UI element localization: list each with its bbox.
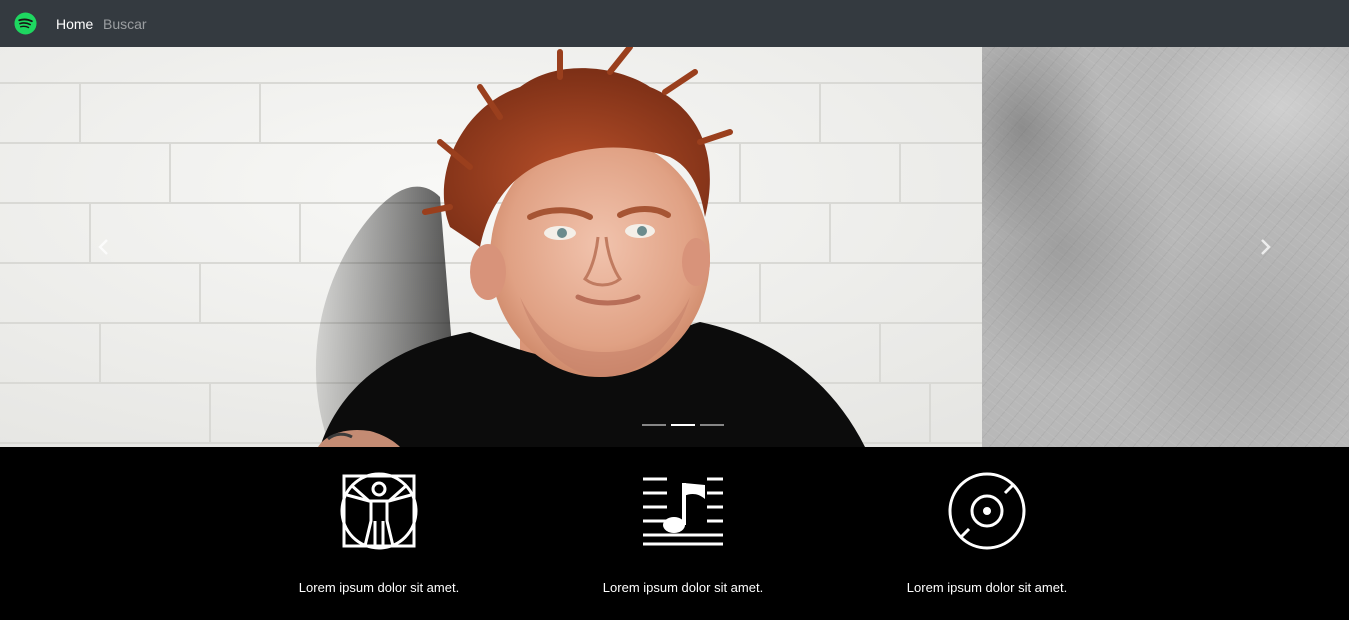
vitruvian-man-icon	[340, 472, 418, 550]
feature-text: Lorem ipsum dolor sit amet.	[602, 580, 764, 595]
top-navbar: Home Buscar	[0, 0, 1349, 47]
feature-item: Lorem ipsum dolor sit amet.	[573, 447, 793, 620]
carousel-next-chevron-right-icon[interactable]	[1255, 237, 1275, 257]
carousel-slide-artist-photo	[0, 47, 982, 447]
vinyl-disc-icon	[948, 472, 1026, 550]
feature-text: Lorem ipsum dolor sit amet.	[298, 580, 460, 595]
artist-photo	[0, 47, 982, 447]
music-staff-icon	[643, 477, 723, 546]
feature-text: Lorem ipsum dolor sit amet.	[906, 580, 1068, 595]
carousel-indicators	[642, 424, 724, 426]
carousel-indicator-3[interactable]	[700, 424, 724, 426]
carousel-indicator-1[interactable]	[642, 424, 666, 426]
carousel-prev-chevron-left-icon[interactable]	[94, 237, 114, 257]
nav-link-home[interactable]: Home	[56, 16, 93, 32]
carousel-indicator-2[interactable]	[671, 424, 695, 426]
nav-link-buscar[interactable]: Buscar	[103, 16, 147, 32]
feature-item: Lorem ipsum dolor sit amet.	[877, 447, 1097, 620]
features-section: Lorem ipsum dolor sit amet. Lorem ipsum …	[0, 447, 1349, 620]
feature-item: Lorem ipsum dolor sit amet.	[269, 447, 489, 620]
carousel-slide-texture	[982, 47, 1349, 447]
hero-carousel	[0, 47, 1349, 447]
spotify-logo-icon[interactable]	[14, 12, 37, 35]
